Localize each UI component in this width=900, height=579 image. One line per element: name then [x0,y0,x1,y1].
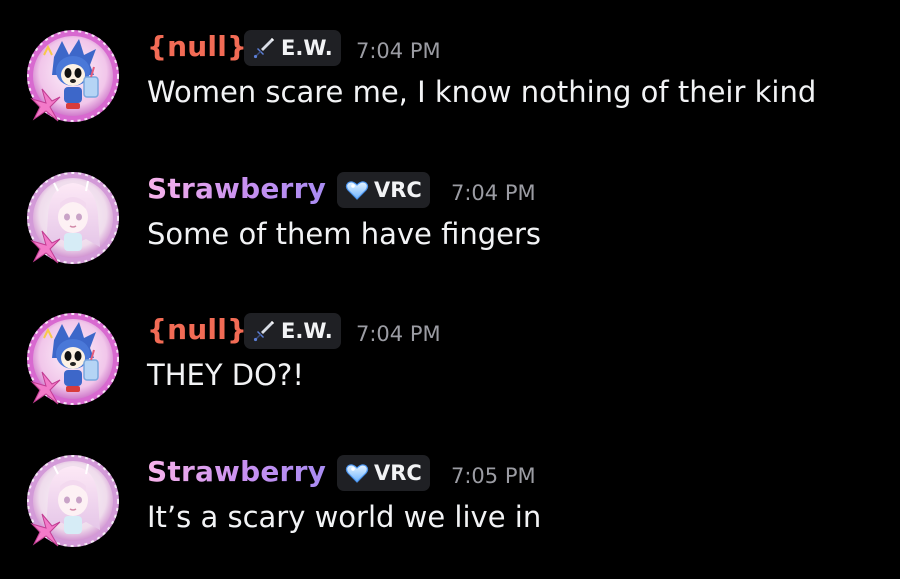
chat-log: {null} E.W. 7:04 PM Women scare me, I kn… [0,0,900,579]
avatar-null[interactable] [24,310,122,408]
message-text: Women scare me, I know nothing of their … [147,75,817,109]
heart-icon [345,464,369,483]
avatar-strawberry[interactable] [24,169,122,267]
clan-tag-label: E.W. [281,319,333,343]
clan-tag-label: VRC [374,461,422,485]
clan-tag[interactable]: E.W. [244,313,341,349]
author-name[interactable]: {null} [147,310,247,350]
timestamp: 7:04 PM [356,322,441,346]
clan-tag[interactable]: E.W. [244,30,341,66]
heart-icon [345,181,369,200]
message-item: {null} E.W. 7:04 PM Women scare me, I kn… [0,27,900,137]
message-item: Strawberry VRC 7:05 PM It’s a scary worl… [0,452,900,562]
clan-tag-label: VRC [374,178,422,202]
timestamp: 7:04 PM [356,39,441,63]
timestamp: 7:05 PM [451,464,536,488]
sword-icon [253,321,274,342]
clan-tag[interactable]: VRC [337,455,430,491]
clan-tag[interactable]: VRC [337,172,430,208]
avatar-null[interactable] [24,27,122,125]
timestamp: 7:04 PM [451,181,536,205]
clan-tag-label: E.W. [281,36,333,60]
author-name[interactable]: Strawberry [147,452,326,492]
message-text: Some of them have fingers [147,217,541,251]
message-item: Strawberry VRC 7:04 PM Some of them have… [0,169,900,279]
message-text: THEY DO?! [147,358,304,392]
author-name[interactable]: Strawberry [147,169,326,209]
sword-icon [253,38,274,59]
message-text: It’s a scary world we live in [147,500,542,534]
avatar-strawberry[interactable] [24,452,122,550]
author-name[interactable]: {null} [147,27,247,67]
message-item: {null} E.W. 7:04 PM THEY DO?! [0,310,900,420]
